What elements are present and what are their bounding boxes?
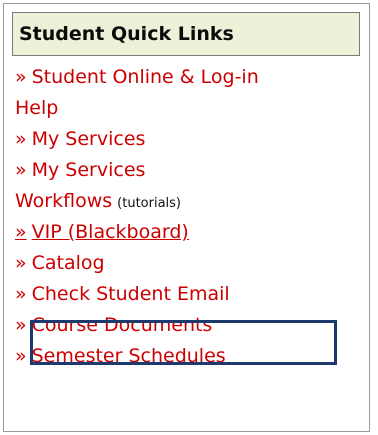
link-catalog[interactable]: » Catalog <box>15 251 105 275</box>
link-continuation[interactable]: Workflows <box>15 190 112 212</box>
bullet-raquo: » <box>15 128 27 150</box>
link-check-student-email-anchor[interactable]: » Check Student Email <box>15 283 230 305</box>
bullet-raquo: » <box>15 314 27 336</box>
student-quick-links-panel: Student Quick Links » Student Online & Lo… <box>3 3 370 432</box>
bullet-raquo: » <box>15 66 27 88</box>
bullet-raquo: » <box>15 159 27 181</box>
link-my-services-workflows[interactable]: » My Services <box>15 158 145 182</box>
link-label: My Services <box>31 159 146 181</box>
bullet-raquo: » <box>15 221 27 243</box>
link-label: Check Student Email <box>31 283 230 305</box>
link-label: Student Online & Log-in <box>31 66 259 88</box>
link-student-online-help-anchor[interactable]: » Student Online & Log-in <box>15 66 259 88</box>
tutorials-note: (tutorials) <box>117 196 181 211</box>
bullet-raquo: » <box>15 283 27 305</box>
panel-title: Student Quick Links <box>19 23 234 45</box>
link-catalog-anchor[interactable]: » Catalog <box>15 252 105 274</box>
link-my-services[interactable]: » My Services <box>15 127 145 151</box>
link-vip-blackboard[interactable]: » VIP (Blackboard) <box>15 220 189 244</box>
link-my-services-workflows-continued[interactable]: Workflows (tutorials) <box>15 189 181 216</box>
link-student-online-help[interactable]: » Student Online & Log-in <box>15 65 259 89</box>
link-label: My Services <box>31 128 146 150</box>
link-vip-blackboard-anchor[interactable]: » VIP (Blackboard) <box>15 221 189 243</box>
link-continuation[interactable]: Help <box>15 97 58 119</box>
panel-header: Student Quick Links <box>12 12 360 56</box>
bullet-raquo: » <box>15 252 27 274</box>
link-student-online-help-continued[interactable]: Help <box>15 96 58 120</box>
link-label: Catalog <box>31 252 105 274</box>
highlight-box <box>30 320 337 365</box>
link-check-student-email[interactable]: » Check Student Email <box>15 282 230 306</box>
link-my-services-workflows-anchor[interactable]: » My Services <box>15 159 145 181</box>
link-my-services-anchor[interactable]: » My Services <box>15 128 145 150</box>
link-label: VIP (Blackboard) <box>31 221 189 243</box>
bullet-raquo: » <box>15 345 27 367</box>
